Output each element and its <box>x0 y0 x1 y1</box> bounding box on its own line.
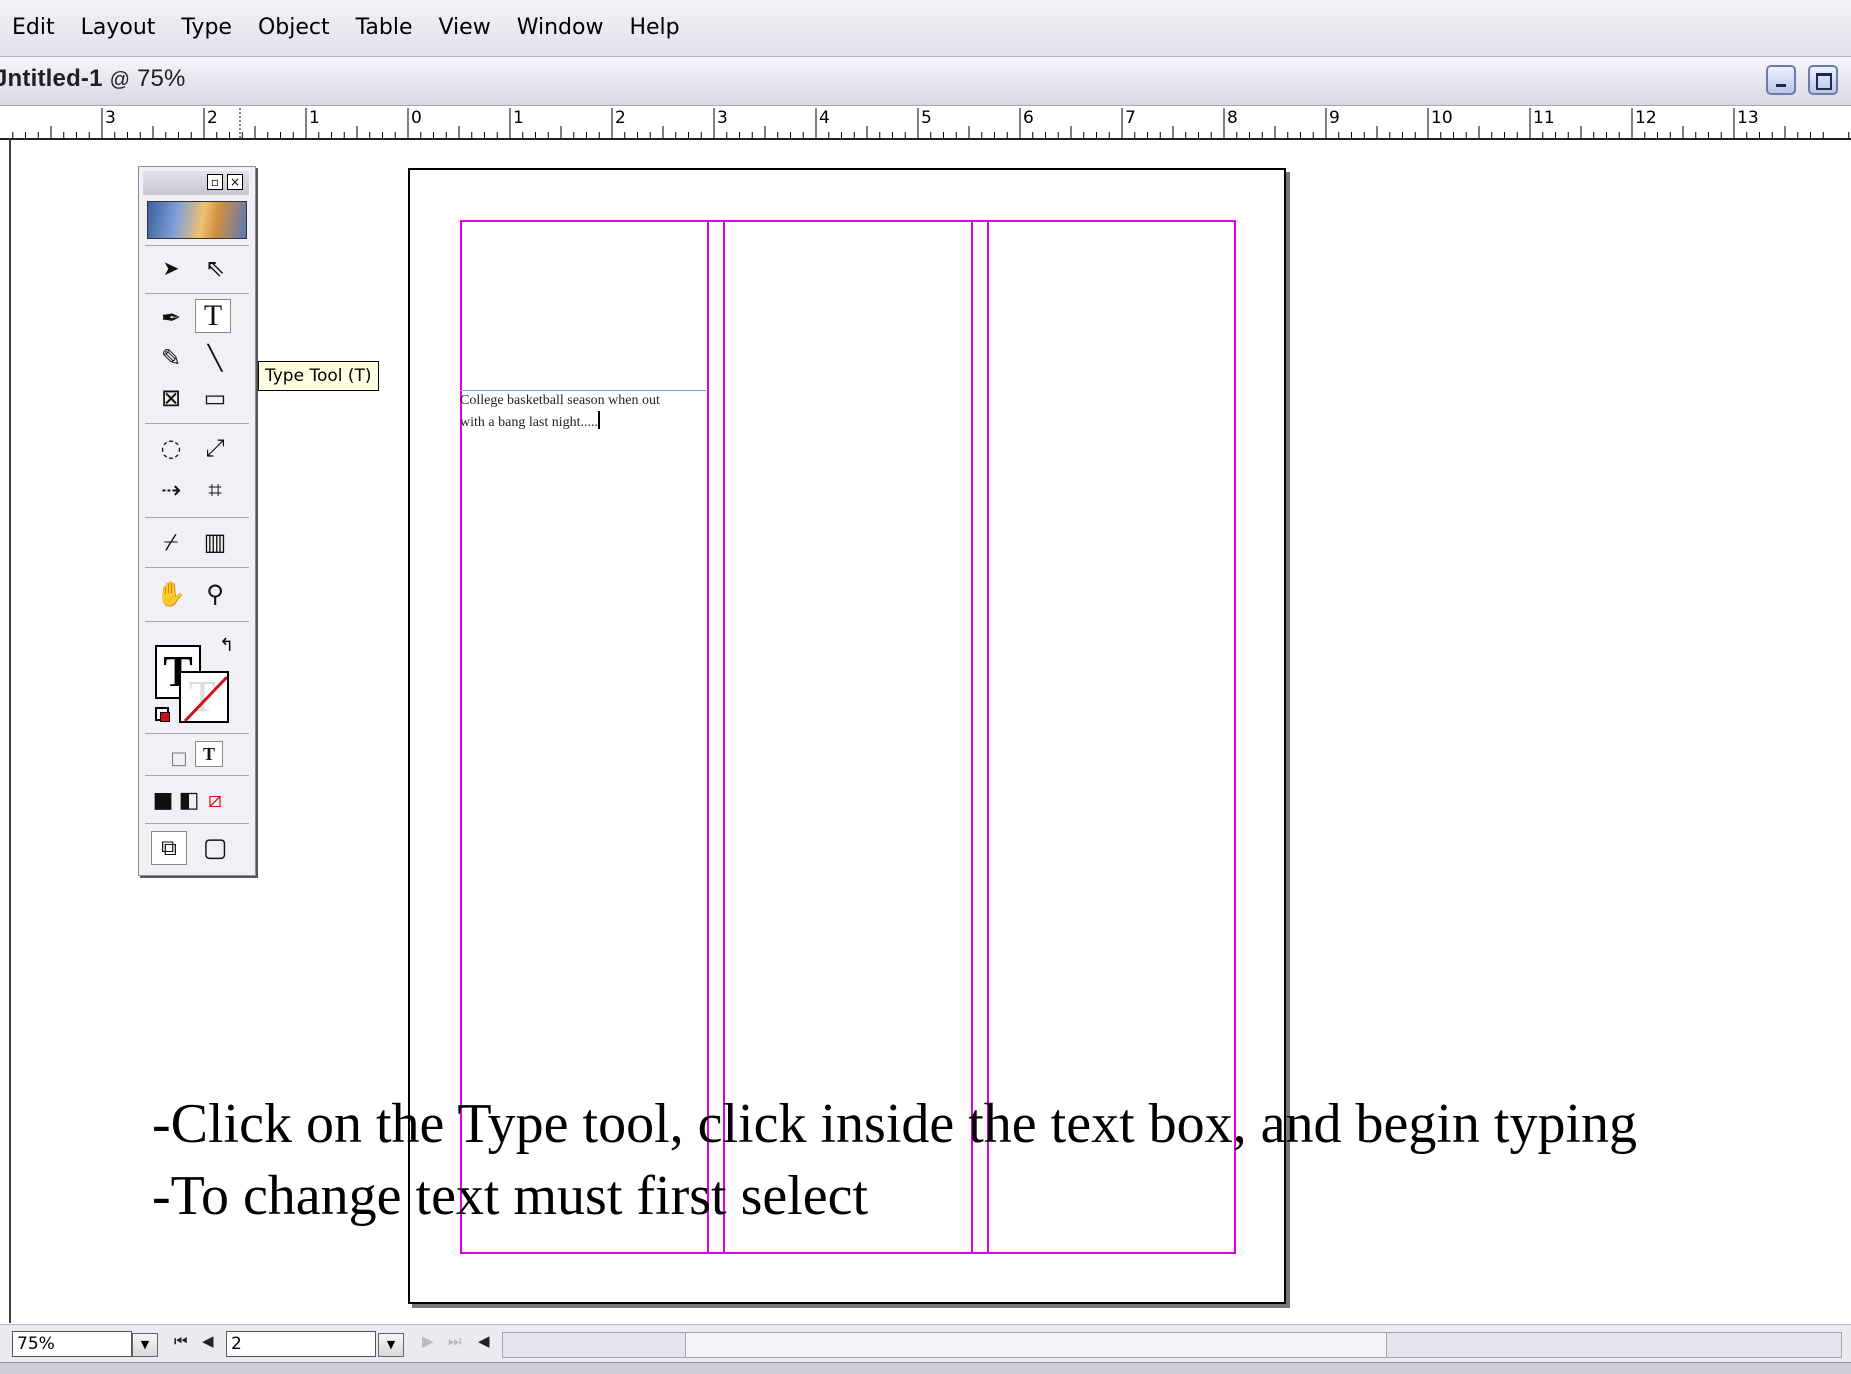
toolbox-divider <box>145 733 249 734</box>
selection-tool-icon[interactable]: ➤ <box>153 251 189 285</box>
scale-tool-icon[interactable]: ⤢ <box>197 431 233 465</box>
formatting-text-icon[interactable]: T <box>195 741 223 767</box>
previous-page-icon[interactable]: ◀ <box>202 1332 214 1350</box>
toolbox-divider <box>145 775 249 776</box>
toolbox-divider <box>145 567 249 568</box>
shear-tool-icon[interactable]: ⇢ <box>153 473 189 507</box>
next-page-icon[interactable]: ▶ <box>422 1332 434 1350</box>
swap-fill-stroke-icon[interactable]: ↰ <box>219 635 234 656</box>
toolbox-divider <box>145 517 249 518</box>
rotate-tool-icon[interactable]: ◌ <box>153 431 189 465</box>
ruler-label: 12 <box>1635 108 1657 128</box>
ruler-label: 4 <box>819 108 830 128</box>
ruler-label: 0 <box>411 108 422 128</box>
bottom-margin-guide <box>460 1252 1236 1254</box>
document-title: Jntitled-1 @ 75% <box>0 65 186 93</box>
ruler-label: 3 <box>717 108 728 128</box>
toolbox-titlebar[interactable]: ▫ × <box>143 171 249 195</box>
ruler-label: 8 <box>1227 108 1238 128</box>
toolbox-close-button[interactable]: × <box>227 174 243 190</box>
zoom-level-field[interactable]: 75% <box>12 1331 132 1357</box>
scroll-left-icon[interactable]: ◀ <box>478 1332 490 1350</box>
horizontal-ruler[interactable]: 3 2 1 0 1 2 3 4 5 6 7 8 9 10 11 12 13 <box>0 106 1851 140</box>
menu-help[interactable]: Help <box>617 0 693 56</box>
text-frame[interactable]: College basketball season when out with … <box>460 390 706 440</box>
toolbox-panel: ▫ × ➤ ⇖ ✒ T ✎ ╲ ⊠ ▭ ◌ ⤢ ⇢ ⌗ ⌿ ▥ ✋ ⚲ T T … <box>138 166 256 876</box>
ruler-label: 1 <box>309 108 320 128</box>
ruler-label: 5 <box>921 108 932 128</box>
rectangle-frame-tool-icon[interactable]: ⊠ <box>153 381 189 415</box>
first-page-icon[interactable]: ⏮ <box>174 1332 188 1350</box>
menu-edit[interactable]: Edit <box>0 0 69 56</box>
last-page-icon[interactable]: ⏭ <box>448 1332 462 1350</box>
text-cursor <box>598 411 601 429</box>
preview-mode-icon[interactable]: ▢ <box>197 831 233 865</box>
zoom-tool-icon[interactable]: ⚲ <box>197 577 233 611</box>
pencil-tool-icon[interactable]: ✎ <box>153 341 189 375</box>
page-number-field[interactable]: 2 <box>226 1331 376 1357</box>
text-line-2: with a bang last night..... <box>460 415 599 430</box>
apply-none-icon[interactable]: ⧄ <box>197 783 233 817</box>
toolbox-divider <box>145 293 249 294</box>
type-tool-icon[interactable]: T <box>195 299 231 333</box>
line-tool-icon[interactable]: ╲ <box>197 341 233 375</box>
ruler-label: 10 <box>1431 108 1453 128</box>
document-titlebar: Jntitled-1 @ 75% <box>0 57 1851 106</box>
instruction-line-2: -To change text must first select <box>152 1165 869 1227</box>
ruler-label: 9 <box>1329 108 1340 128</box>
menu-layout[interactable]: Layout <box>69 0 170 56</box>
maximize-button[interactable] <box>1808 65 1838 95</box>
menu-bar: Edit Layout Type Object Table View Windo… <box>0 0 1851 57</box>
zoom-separator: @ <box>109 69 131 91</box>
toolbox-divider <box>145 823 249 824</box>
ruler-label: 1 <box>513 108 524 128</box>
menu-object[interactable]: Object <box>246 0 344 56</box>
document-name: Jntitled-1 <box>0 65 103 92</box>
default-fill-stroke-icon[interactable] <box>155 707 170 722</box>
ruler-label: 2 <box>615 108 626 128</box>
horizontal-scrollbar[interactable] <box>502 1332 1842 1358</box>
hand-tool-icon[interactable]: ✋ <box>153 577 189 611</box>
ruler-label: 6 <box>1023 108 1034 128</box>
ruler-label: 13 <box>1737 108 1759 128</box>
top-margin-guide <box>460 220 1236 222</box>
window-left-edge <box>9 138 11 1323</box>
instruction-text: -Click on the Type tool, click inside th… <box>152 1088 1637 1232</box>
type-tool-tooltip: Type Tool (T) <box>258 361 379 391</box>
page-dropdown-button[interactable]: ▼ <box>378 1333 404 1357</box>
menu-table[interactable]: Table <box>344 0 427 56</box>
none-stroke-slash-icon <box>183 675 227 721</box>
stroke-swatch[interactable]: T <box>179 671 229 723</box>
ruler-label: 3 <box>105 108 116 128</box>
toolbox-divider <box>145 621 249 622</box>
text-frame-edge <box>460 390 706 391</box>
toolbox-minimize-button[interactable]: ▫ <box>207 174 223 190</box>
menu-window[interactable]: Window <box>505 0 618 56</box>
rectangle-tool-icon[interactable]: ▭ <box>197 381 233 415</box>
document-zoom: 75% <box>136 65 186 92</box>
scrollbar-thumb[interactable] <box>685 1333 1387 1357</box>
toolbox-divider <box>145 423 249 424</box>
menu-view[interactable]: View <box>426 0 504 56</box>
text-line-1: College basketball season when out <box>460 393 660 408</box>
normal-view-mode-icon[interactable]: ⧉ <box>151 831 187 865</box>
toolbox-divider <box>145 245 249 246</box>
app-logo[interactable] <box>147 201 247 239</box>
minimize-button[interactable] <box>1766 65 1796 95</box>
direct-selection-tool-icon[interactable]: ⇖ <box>197 251 233 285</box>
ruler-label: 2 <box>207 108 218 128</box>
window-bottom-edge <box>0 1362 1851 1374</box>
menu-type[interactable]: Type <box>169 0 246 56</box>
instruction-line-1: -Click on the Type tool, click inside th… <box>152 1093 1638 1155</box>
ruler-label: 11 <box>1533 108 1555 128</box>
pen-tool-icon[interactable]: ✒ <box>153 301 189 335</box>
zoom-dropdown-button[interactable]: ▼ <box>132 1333 158 1357</box>
gradient-tool-icon[interactable]: ▥ <box>197 525 233 559</box>
eyedropper-tool-icon[interactable]: ⌿ <box>153 525 189 559</box>
ruler-label: 7 <box>1125 108 1136 128</box>
text-line-2-wrap: with a bang last night..... <box>460 411 706 433</box>
formatting-container-icon[interactable]: □ <box>161 741 197 775</box>
free-transform-tool-icon[interactable]: ⌗ <box>197 473 233 507</box>
